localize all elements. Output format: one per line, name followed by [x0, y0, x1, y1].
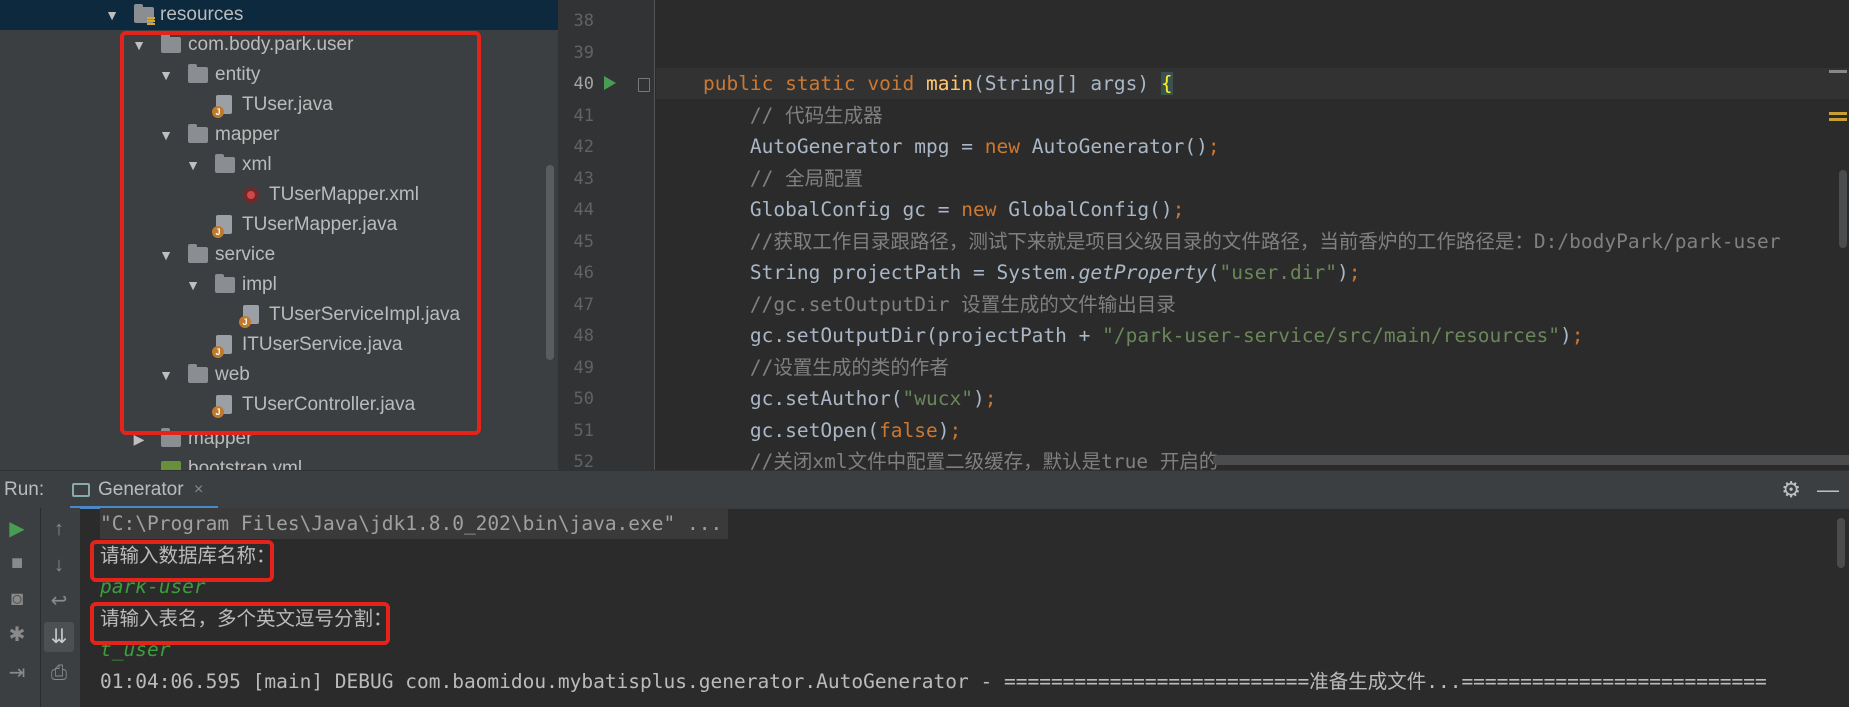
line-number: 48 [573, 326, 594, 346]
console-command-line[interactable]: "C:\Program Files\Java\jdk1.8.0_202\bin\… [100, 508, 729, 539]
code-line-44[interactable]: GlobalConfig gc = new GlobalConfig(); [656, 194, 1849, 225]
camera-icon[interactable]: ◙ [2, 584, 32, 614]
tree-item-resources[interactable]: ▼ resources [0, 0, 558, 30]
code-line-48[interactable]: gc.setOutputDir(projectPath + "/park-use… [656, 320, 1849, 351]
code-line-49[interactable]: //设置生成的类的作者 [656, 352, 1849, 383]
run-label: Run: [4, 479, 45, 500]
close-icon[interactable]: × [194, 471, 203, 509]
line-number: 38 [573, 11, 594, 31]
rerun-icon[interactable]: ▶ [2, 514, 32, 544]
stop-icon[interactable]: ■ [2, 548, 32, 578]
print-icon[interactable]: ⎙ [44, 658, 74, 688]
arrow-down-icon[interactable]: ↓ [44, 550, 74, 580]
highlight-box-db-prompt [90, 540, 274, 582]
yaml-file-icon [161, 461, 181, 470]
line-number: 42 [573, 137, 594, 157]
highlight-box-table-prompt [90, 602, 390, 645]
gear-icon[interactable]: ⚙ [1781, 471, 1801, 509]
run-header: Run: Generator × ⚙ — [0, 470, 1849, 509]
error-stripe-mark[interactable] [1829, 70, 1847, 73]
line-number: 41 [573, 106, 594, 126]
project-tree-panel: ▼ resources ▼ com.body.park.user ▼ entit… [0, 0, 558, 470]
code-line-46[interactable]: String projectPath = System.getProperty(… [656, 257, 1849, 288]
console-log-line[interactable]: 01:04:06.595 [main] DEBUG com.baomidou.m… [100, 666, 1767, 697]
line-number: 43 [573, 169, 594, 189]
code-line-45[interactable]: //获取工作目录跟路径，测试下来就是项目父级目录的文件路径，当前香炉的工作路径是… [656, 226, 1849, 257]
code-line-40[interactable]: public static void main(String[] args) { [656, 68, 1849, 99]
run-toolbar: ▶ ■ ◙ ✱ ⇥ ↑ ↓ ↩ ⇊ ⎙ [0, 508, 80, 707]
run-config-icon [72, 483, 90, 497]
debug-bug-icon[interactable]: ✱ [2, 620, 32, 650]
tree-item-bootstrap-yml[interactable]: bootstrap.yml [0, 454, 558, 470]
highlight-box-package-tree [120, 31, 481, 435]
run-main-icon[interactable] [604, 76, 616, 90]
line-number: 44 [573, 200, 594, 220]
tab-label: Generator [98, 479, 184, 500]
line-number: 50 [573, 389, 594, 409]
resources-folder-icon [134, 4, 155, 25]
line-number: 45 [573, 232, 594, 252]
tree-scrollbar[interactable] [546, 165, 554, 360]
fold-marker-icon[interactable] [638, 78, 650, 92]
minimize-icon[interactable]: — [1817, 471, 1839, 509]
soft-wrap-icon[interactable]: ↩ [44, 586, 74, 616]
scroll-to-end-icon[interactable]: ⇊ [44, 622, 74, 652]
warning-stripe-mark[interactable] [1829, 112, 1847, 115]
line-number: 47 [573, 295, 594, 315]
editor-gutter: 38 39 40 41 42 43 44 45 46 47 48 49 50 5… [558, 0, 655, 470]
line-number: 49 [573, 358, 594, 378]
code-line-43[interactable]: // 全局配置 [656, 163, 1849, 194]
code-line-42[interactable]: AutoGenerator mpg = new AutoGenerator(); [656, 131, 1849, 162]
console-scrollbar[interactable] [1837, 518, 1845, 568]
line-number: 46 [573, 263, 594, 283]
tab-generator[interactable]: Generator × [70, 471, 218, 509]
line-number: 51 [573, 421, 594, 441]
editor-horizontal-scrollbar[interactable] [1213, 455, 1849, 465]
warning-stripe-mark[interactable] [1829, 118, 1847, 121]
arrow-up-icon[interactable]: ↑ [44, 514, 74, 544]
line-number: 52 [573, 452, 594, 470]
code-line-41[interactable]: // 代码生成器 [656, 100, 1849, 131]
code-line-51[interactable]: gc.setOpen(false); [656, 415, 1849, 446]
code-line-47[interactable]: //gc.setOutputDir 设置生成的文件输出目录 [656, 289, 1849, 320]
run-tool-window: Run: Generator × ⚙ — ▶ ■ ◙ ✱ ⇥ ↑ ↓ ↩ ⇊ ⎙… [0, 470, 1849, 707]
code-line-50[interactable]: gc.setAuthor("wucx"); [656, 383, 1849, 414]
code-editor[interactable]: 38 39 40 41 42 43 44 45 46 47 48 49 50 5… [558, 0, 1849, 470]
line-number: 39 [573, 43, 594, 63]
line-number-current: 40 [573, 74, 594, 94]
chevron-down-icon[interactable]: ▼ [104, 0, 120, 30]
editor-vertical-scrollbar[interactable] [1839, 170, 1847, 248]
exit-icon[interactable]: ⇥ [2, 658, 32, 688]
